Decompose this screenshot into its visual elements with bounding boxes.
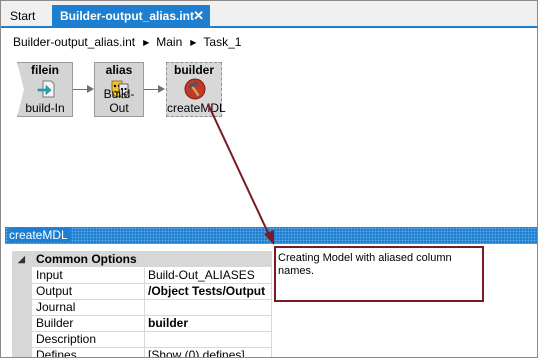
property-row-output[interactable]: Output /Object Tests/Output (32, 284, 272, 300)
node-builder[interactable]: builder createMDL (166, 62, 226, 117)
workflow-canvas[interactable]: filein build-In alias Build-Out builder … (1, 53, 537, 221)
property-value[interactable]: builder (146, 316, 272, 332)
panel-title: createMDL (9, 228, 71, 242)
tab-start-label: Start (10, 9, 36, 23)
connector-line (144, 89, 158, 90)
node-filein[interactable]: filein build-In (17, 62, 73, 117)
breadcrumb-item-task[interactable]: Task_1 (203, 35, 241, 49)
property-name: Output (32, 284, 145, 300)
node-label: createMDL (167, 101, 226, 115)
property-row-builder[interactable]: Builder builder (32, 316, 272, 332)
node-title: builder (173, 63, 214, 77)
connector-line (73, 89, 87, 90)
property-value[interactable]: /Object Tests/Output (146, 284, 272, 300)
property-value[interactable]: [Show (0) defines] (146, 348, 272, 357)
property-name: Journal (32, 300, 145, 316)
chevron-right-icon: ▶ (190, 38, 197, 47)
node-alias[interactable]: alias Build-Out (94, 62, 144, 117)
property-name: Defines (32, 348, 145, 357)
close-icon[interactable]: ✕ (193, 5, 204, 27)
breadcrumb: Builder-output_alias.int ▶ Main ▶ Task_1 (13, 35, 241, 51)
tab-start[interactable]: Start (2, 5, 50, 28)
app-window: Start Builder-output_alias.int ✕ Builder… (0, 0, 538, 358)
node-title: alias (105, 63, 133, 77)
collapse-triangle-icon[interactable]: ◢ (18, 251, 25, 267)
property-row-description[interactable]: Description (32, 332, 272, 348)
property-name: Input (32, 268, 145, 284)
connector-arrow-icon (158, 85, 165, 93)
document-tab-strip: Start Builder-output_alias.int ✕ (1, 1, 537, 28)
chevron-right-icon: ▶ (143, 38, 150, 47)
property-row-journal[interactable]: Journal (32, 300, 272, 316)
group-label: Common Options (36, 252, 137, 266)
property-row-defines[interactable]: Defines [Show (0) defines] (32, 348, 272, 357)
property-grid: ◢ Common Options Input Build-Out_ALIASES… (12, 251, 272, 357)
property-value[interactable] (146, 332, 272, 348)
breadcrumb-item-main[interactable]: Main (156, 35, 182, 49)
description-callout: Creating Model with aliased column names… (274, 246, 484, 302)
property-name: Builder (32, 316, 145, 332)
node-label: build-In (25, 101, 65, 115)
node-label: Build-Out (103, 87, 135, 115)
property-name: Description (32, 332, 145, 348)
property-row-input[interactable]: Input Build-Out_ALIASES (32, 268, 272, 284)
property-group-common-options[interactable]: ◢ Common Options (12, 251, 272, 267)
property-value[interactable]: Build-Out_ALIASES (146, 268, 272, 284)
tab-active-label: Builder-output_alias.int (60, 9, 195, 23)
breadcrumb-item-file[interactable]: Builder-output_alias.int (13, 35, 135, 49)
hammer-icon (184, 78, 206, 100)
node-title: filein (30, 63, 59, 77)
property-value[interactable] (146, 300, 272, 316)
connector-arrow-icon (87, 85, 94, 93)
tab-builder-output-alias[interactable]: Builder-output_alias.int ✕ (52, 5, 210, 28)
arrow-into-file-icon (37, 80, 55, 98)
properties-panel-header: createMDL (5, 227, 537, 244)
grid-gutter (12, 251, 32, 357)
